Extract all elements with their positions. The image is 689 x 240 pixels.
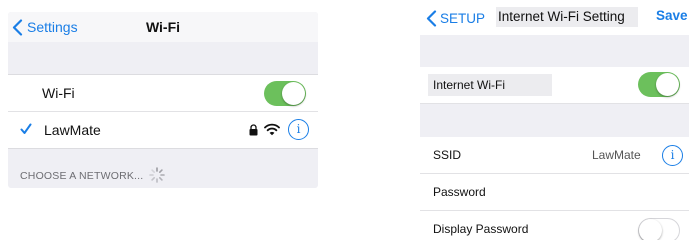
display-password-label: Display Password [433,222,529,236]
internet-wifi-label: Internet Wi-Fi [428,74,552,96]
internet-wifi-row: Internet Wi-Fi [420,67,689,104]
checkmark-icon [20,123,32,134]
section-spacer [420,104,689,137]
info-icon[interactable]: i [662,145,683,166]
section-spacer [420,35,689,67]
loading-spinner-icon [149,167,165,183]
back-button[interactable]: SETUP [426,8,485,28]
page-title: Internet Wi-Fi Setting [496,7,638,27]
network-row-lawmate[interactable]: LawMate i [8,111,318,149]
save-button[interactable]: Save [656,8,688,23]
wifi-toggle-row: Wi-Fi [8,74,318,111]
internet-wifi-toggle[interactable] [638,72,680,97]
nav-bar: SETUP Internet Wi-Fi Setting Save [420,0,689,34]
wifi-settings-panel: Settings Wi-Fi Wi-Fi LawMate i CHOOSE A … [8,12,318,188]
ssid-row[interactable]: SSID LawMate i [420,137,689,174]
ssid-value: LawMate [592,148,641,162]
info-icon[interactable]: i [288,119,309,140]
internet-wifi-setting-panel: SETUP Internet Wi-Fi Setting Save Intern… [420,0,689,240]
chevron-left-icon [426,9,437,27]
choose-network-header: CHOOSE A NETWORK... [20,170,144,182]
wifi-toggle[interactable] [264,81,306,106]
display-password-row: Display Password [420,211,689,240]
ssid-label: SSID [433,148,462,162]
nav-bar: Settings Wi-Fi [8,12,318,42]
display-password-toggle[interactable] [638,218,680,240]
page-title: Wi-Fi [145,19,181,35]
wifi-label: Wi-Fi [42,85,75,101]
wifi-signal-icon [264,123,280,136]
back-label: SETUP [440,10,486,26]
network-name: LawMate [44,122,101,138]
password-row[interactable]: Password [420,174,689,211]
password-label: Password [433,185,486,199]
lock-icon [249,124,258,136]
